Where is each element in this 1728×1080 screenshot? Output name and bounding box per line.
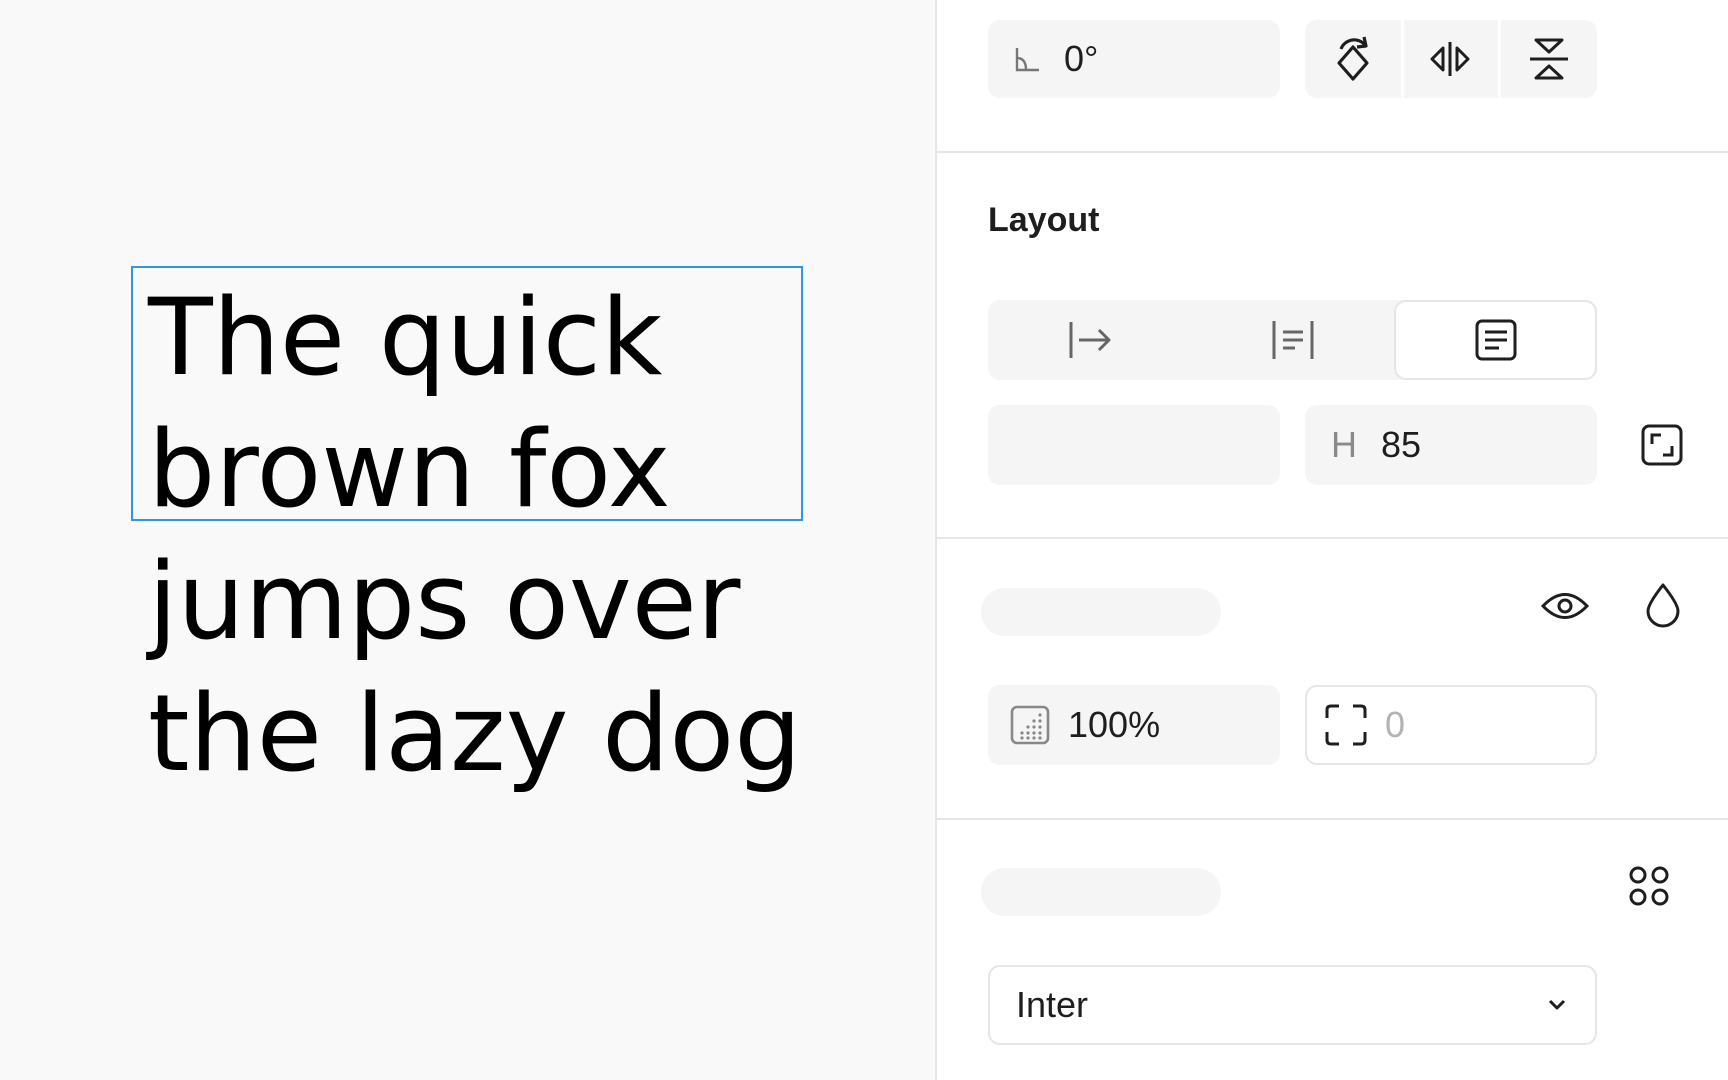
flip-horizontal-button[interactable]	[1402, 20, 1498, 98]
corner-radius-value: 0	[1385, 704, 1406, 745]
eye-icon	[1540, 589, 1590, 623]
section-divider	[935, 818, 1728, 820]
text-line-3: jumps over	[148, 540, 741, 663]
fixed-size-icon	[1474, 318, 1518, 362]
section-divider	[935, 151, 1728, 153]
flip-horizontal-icon	[1428, 39, 1472, 79]
rotation-value: 0°	[1064, 38, 1099, 79]
section-title-placeholder	[981, 868, 1221, 916]
corner-radius-field[interactable]: 0	[1305, 685, 1597, 765]
properties-panel	[935, 0, 1728, 1080]
four-dots-icon	[1627, 864, 1671, 908]
opacity-field[interactable]: 100%	[988, 685, 1280, 765]
font-family-value: Inter	[1016, 984, 1089, 1025]
corner-radius-icon	[1325, 704, 1367, 746]
width-field[interactable]	[988, 405, 1280, 485]
opacity-value: 100%	[1068, 704, 1161, 745]
blend-mode-button[interactable]	[1641, 580, 1685, 630]
flip-vertical-icon	[1527, 37, 1571, 81]
rotation-field[interactable]: 0°	[988, 20, 1280, 98]
section-title-placeholder	[981, 588, 1221, 636]
section-divider	[935, 537, 1728, 539]
selection-box[interactable]	[131, 266, 803, 521]
visibility-button[interactable]	[1540, 584, 1590, 628]
height-label: H	[1331, 424, 1357, 465]
text-line-4: the lazy dog	[148, 672, 802, 795]
text-styles-button[interactable]	[1625, 862, 1673, 910]
fixed-size-button[interactable]	[1394, 300, 1597, 380]
font-family-select[interactable]: Inter	[988, 965, 1597, 1045]
resize-to-fit-icon	[1641, 424, 1683, 466]
angle-icon	[1012, 44, 1042, 74]
auto-width-button[interactable]	[988, 300, 1191, 380]
height-field[interactable]: H 85	[1305, 405, 1597, 485]
resize-to-fit-button[interactable]	[1637, 420, 1687, 470]
flip-vertical-button[interactable]	[1500, 20, 1597, 98]
chevron-down-icon	[1547, 998, 1567, 1012]
auto-height-icon	[1270, 319, 1316, 361]
auto-height-button[interactable]	[1191, 300, 1394, 380]
canvas[interactable]: The quick brown fox jumps over the lazy …	[0, 0, 935, 1080]
opacity-icon	[1010, 705, 1050, 745]
drop-icon	[1645, 582, 1681, 628]
auto-width-icon	[1067, 320, 1113, 360]
rotate-button[interactable]	[1305, 20, 1401, 98]
layout-section-title: Layout	[988, 201, 1100, 239]
rotate-icon	[1331, 33, 1375, 85]
height-value: 85	[1381, 424, 1422, 465]
